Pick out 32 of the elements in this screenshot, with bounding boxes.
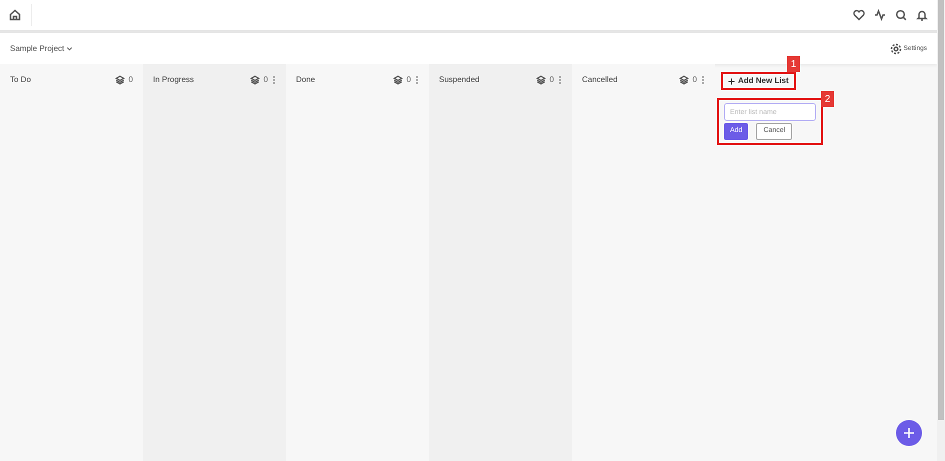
annotation-number: 1 (787, 56, 800, 72)
home-icon[interactable] (9, 9, 21, 21)
card-count: 0 (550, 74, 554, 86)
bell-icon[interactable] (916, 9, 928, 21)
plus-icon[interactable] (728, 78, 735, 84)
layers-icon (392, 75, 403, 85)
column-title: In Progress (153, 74, 195, 86)
layers-icon (678, 75, 689, 85)
heart-icon[interactable] (853, 9, 865, 21)
layers-icon (250, 75, 260, 85)
column-title: Suspended (439, 74, 480, 86)
column-title: Cancelled (582, 74, 619, 86)
card-count: 0 (692, 74, 697, 86)
column-title: Done (296, 74, 316, 86)
kebab-menu-icon[interactable] (272, 75, 276, 85)
annotation-number: 2 (821, 91, 834, 107)
card-count: 0 (264, 74, 268, 86)
layers-icon (536, 75, 546, 85)
card-count: 0 (128, 74, 133, 86)
add-new-list-button[interactable]: Add New List (721, 72, 796, 90)
settings-icon[interactable] (890, 42, 902, 54)
kebab-menu-icon[interactable] (415, 75, 419, 85)
project-dropdown[interactable]: Sample Project (10, 42, 74, 54)
layers-icon (114, 75, 125, 85)
column-title: To Do (10, 74, 32, 86)
card-count: 0 (406, 74, 411, 86)
search-icon[interactable] (895, 9, 907, 21)
activity-icon[interactable] (874, 9, 886, 21)
add-fab-button[interactable] (896, 420, 922, 446)
kebab-menu-icon[interactable] (558, 75, 562, 85)
chevron-down-icon[interactable] (66, 45, 74, 52)
kebab-menu-icon[interactable] (701, 75, 705, 85)
